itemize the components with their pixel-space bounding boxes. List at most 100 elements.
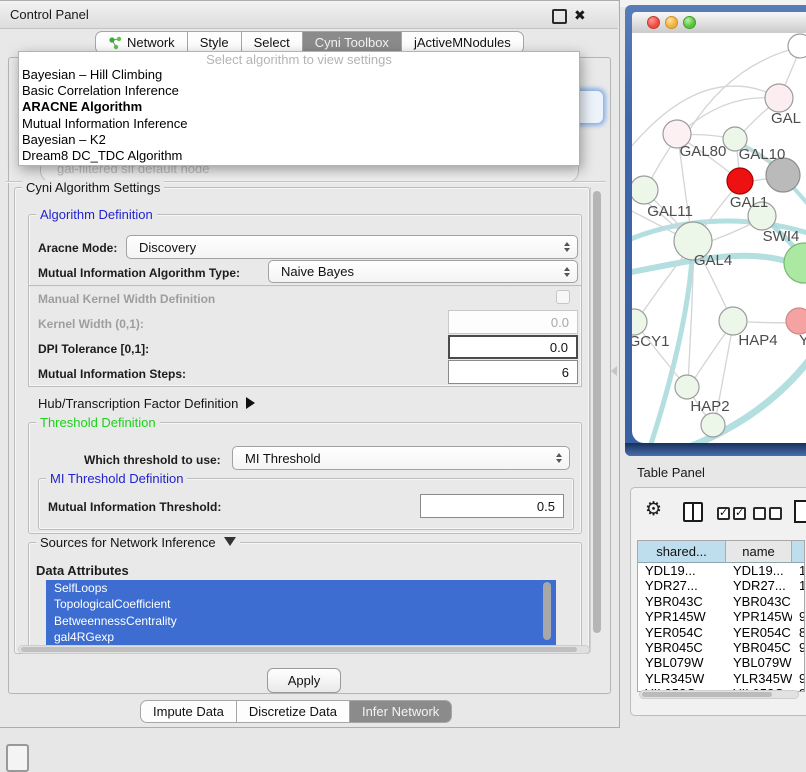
list-vertical-scrollbar[interactable]: [543, 582, 551, 640]
table-cell: YDR27...: [638, 578, 726, 593]
network-node[interactable]: [788, 34, 806, 58]
table-panel-title: Table Panel: [637, 465, 705, 480]
which-threshold-value: MI Threshold: [245, 451, 321, 466]
attribute-list-item[interactable]: SelfLoops: [46, 580, 556, 596]
minimized-panel-icon[interactable]: [6, 744, 29, 772]
network-node-gal[interactable]: [765, 84, 793, 112]
network-graph[interactable]: GALGAL80GAL10GAL1GAL11SWI4GAL4GCY1HAP4YH…: [632, 33, 806, 443]
network-node-gal11[interactable]: [632, 176, 658, 204]
scrollbar-thumb[interactable]: [593, 191, 601, 633]
network-node-gcy1[interactable]: [632, 309, 647, 335]
table-row[interactable]: YBL079WYBL079W: [638, 655, 804, 670]
network-canvas[interactable]: GALGAL80GAL10GAL1GAL11SWI4GAL4GCY1HAP4YH…: [632, 33, 806, 443]
document-icon[interactable]: [794, 500, 806, 523]
which-threshold-label: Which threshold to use:: [84, 453, 221, 467]
dpi-tolerance-field[interactable]: [448, 335, 578, 359]
tab-label: Cyni Toolbox: [315, 35, 389, 50]
network-node-hap2[interactable]: [675, 375, 699, 399]
mi-threshold-group-title: MI Threshold Definition: [46, 471, 187, 486]
tab-discretize-data[interactable]: Discretize Data: [237, 700, 350, 723]
column-header-name[interactable]: name: [726, 541, 792, 563]
settings-vertical-scrollbar[interactable]: [590, 187, 602, 652]
table-panel: ⚙ shared...nameA YDL19...YDL19...13YDR27…: [630, 487, 806, 716]
mi-steps-field[interactable]: [448, 360, 578, 384]
scrollbar-thumb[interactable]: [21, 647, 577, 652]
algorithm-option[interactable]: Dream8 DC_TDC Algorithm: [19, 148, 579, 164]
manual-kernel-label: Manual Kernel Width Definition: [38, 292, 215, 306]
settings-horizontal-scrollbar[interactable]: [18, 645, 590, 654]
mi-threshold-field[interactable]: [420, 494, 564, 518]
table-header-row: shared...nameA: [638, 541, 804, 563]
scrollbar-thumb[interactable]: [642, 692, 772, 697]
node-label: HAP2: [690, 398, 729, 415]
table-row[interactable]: YBR043CYBR043C: [638, 594, 804, 609]
table-cell: YBL079W: [638, 655, 726, 670]
panel-splitter-handle[interactable]: [611, 366, 617, 376]
algorithm-option[interactable]: ARACNE Algorithm: [19, 99, 579, 115]
threshold-definition-title: Threshold Definition: [36, 415, 160, 430]
tab-infer-network[interactable]: Infer Network: [350, 700, 452, 723]
network-node-gal1[interactable]: [727, 168, 753, 194]
hub-section-toggle[interactable]: Hub/Transcription Factor Definition: [38, 396, 255, 411]
apply-button[interactable]: Apply: [267, 668, 341, 693]
columns-icon[interactable]: [683, 502, 703, 522]
mac-close-button[interactable]: [647, 16, 660, 29]
network-node-hap4[interactable]: [719, 307, 747, 335]
mac-minimize-button[interactable]: [665, 16, 678, 29]
table-cell: 9.: [792, 609, 805, 624]
network-node[interactable]: [701, 413, 725, 437]
mi-type-combo[interactable]: Naive Bayes: [268, 260, 578, 283]
table-body: YDL19...YDL19...13YDR27...YDR27...12YBR0…: [638, 563, 804, 692]
table-row[interactable]: YBR045CYBR045C9.: [638, 640, 804, 655]
attribute-list-item[interactable]: TopologicalCoefficient: [46, 596, 556, 612]
table-row[interactable]: YLR345WYLR345W9.: [638, 671, 804, 686]
table-cell: 12: [792, 578, 805, 593]
mac-zoom-button[interactable]: [683, 16, 696, 29]
algorithm-option[interactable]: Bayesian – Hill Climbing: [19, 67, 579, 83]
close-icon[interactable]: ✖: [574, 5, 586, 25]
network-node[interactable]: [766, 158, 800, 192]
which-threshold-combo[interactable]: MI Threshold: [232, 446, 570, 470]
float-window-icon[interactable]: [552, 9, 567, 24]
node-label: GAL4: [694, 252, 732, 269]
node-table: shared...nameA YDL19...YDL19...13YDR27..…: [637, 540, 805, 692]
table-cell: YBL079W: [726, 655, 792, 670]
column-header-a[interactable]: A: [792, 541, 805, 563]
attribute-list-item[interactable]: BetweennessCentrality: [46, 613, 556, 629]
table-cell: YBR045C: [638, 640, 726, 655]
aracne-mode-combo[interactable]: Discovery: [126, 235, 578, 259]
table-row[interactable]: YPR145WYPR145W9.: [638, 609, 804, 624]
sources-group-toggle[interactable]: Sources for Network Inference: [36, 535, 240, 550]
attribute-list-item[interactable]: gal4RGexp: [46, 629, 556, 645]
table-horizontal-scrollbar[interactable]: [639, 690, 799, 699]
select-all-checkboxes-icon[interactable]: [717, 507, 749, 525]
gear-icon[interactable]: ⚙: [645, 499, 662, 521]
node-label: Y: [799, 332, 806, 349]
table-row[interactable]: YDL19...YDL19...13: [638, 563, 804, 578]
network-node-y[interactable]: [786, 308, 806, 334]
algorithm-option[interactable]: Bayesian – K2: [19, 132, 579, 148]
network-window-titlebar[interactable]: [632, 12, 806, 34]
table-cell: YDL19...: [638, 563, 726, 578]
network-node[interactable]: [784, 243, 806, 283]
collapsed-arrow-icon: [246, 397, 255, 409]
table-cell: YLR345W: [726, 671, 792, 686]
tab-label: Select: [254, 35, 290, 50]
table-cell: YPR145W: [726, 609, 792, 624]
data-attributes-list[interactable]: SelfLoopsTopologicalCoefficientBetweenne…: [46, 580, 556, 646]
algorithm-option[interactable]: Mutual Information Inference: [19, 116, 579, 132]
deselect-all-checkboxes-icon[interactable]: [753, 507, 785, 525]
table-row[interactable]: YER054CYER054C8.: [638, 625, 804, 640]
control-panel-titlebar[interactable]: Control Panel ✖: [0, 1, 618, 29]
algorithm-option[interactable]: Basic Correlation Inference: [19, 83, 579, 99]
table-cell: YLR345W: [638, 671, 726, 686]
column-header-shared[interactable]: shared...: [638, 541, 726, 563]
table-cell: 13: [792, 563, 805, 578]
tab-label: jActiveMNodules: [414, 35, 511, 50]
node-label: GAL11: [647, 203, 693, 220]
tab-impute-data[interactable]: Impute Data: [140, 700, 237, 723]
table-row[interactable]: YDR27...YDR27...12: [638, 578, 804, 593]
tab-label: Style: [200, 35, 229, 50]
network-window-frame-bottom: [625, 443, 806, 456]
table-cell: YBR043C: [638, 594, 726, 609]
